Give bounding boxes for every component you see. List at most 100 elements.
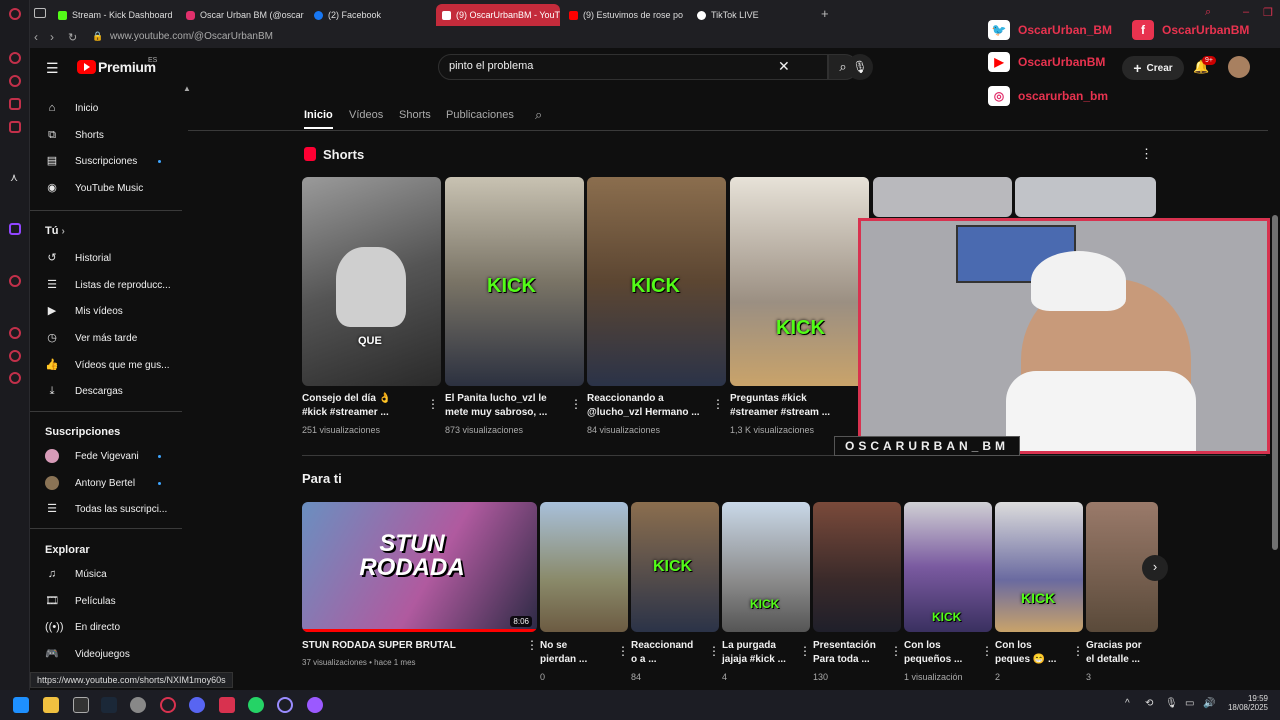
short-title[interactable]: Preguntas #kick #streamer #stream ... [730, 392, 830, 420]
video-thumbnail[interactable]: STUN RODADA 8:06 [302, 502, 537, 632]
forward-icon[interactable]: › [50, 30, 54, 44]
sidebar-app-icon[interactable] [9, 275, 21, 287]
short-thumbnail[interactable]: QUE [302, 177, 441, 386]
short-title[interactable]: Presentación Para toda ... [813, 639, 876, 667]
reload-icon[interactable]: ↻ [68, 31, 77, 44]
sidebar-item-live[interactable]: ((•)) En directo [45, 620, 120, 634]
sidebar-item-downloads[interactable]: ⤓ Descargas [45, 384, 123, 398]
tab-kick[interactable]: Stream - Kick Dashboard [52, 4, 177, 26]
sidebar-sub-antony[interactable]: Antony Bertel [45, 476, 135, 490]
sidebar-item-liked[interactable]: 👍 Vídeos que me gus... [45, 358, 169, 372]
epic-games-icon[interactable] [73, 697, 89, 713]
short-thumbnail[interactable] [813, 502, 901, 632]
mic-icon[interactable]: 🎙 [1165, 698, 1178, 709]
short-title[interactable]: Con los peques 😁 ... [995, 639, 1056, 667]
sidebar-app-icon[interactable] [9, 75, 21, 87]
short-thumbnail[interactable]: KICK [995, 502, 1083, 632]
more-options-icon[interactable]: ⋮ [708, 644, 720, 658]
sidebar-app-icon[interactable] [9, 327, 21, 339]
sidebar-item-playlists[interactable]: ☰ Listas de reproducc... [45, 278, 171, 292]
tab-shorts[interactable]: Shorts [399, 109, 431, 121]
sidebar-item-gaming[interactable]: 🎮 Videojuegos [45, 647, 130, 661]
workspace-icon[interactable] [34, 8, 46, 18]
sidebar-app-icon[interactable] [9, 98, 21, 110]
menu-icon[interactable]: ☰ [46, 60, 59, 77]
carousel-next-button[interactable]: › [1142, 555, 1168, 581]
tab-tiktok[interactable]: TikTok LIVE [691, 4, 816, 26]
app-icon[interactable] [219, 697, 235, 713]
scrollbar-thumb[interactable] [1272, 215, 1278, 550]
settings-icon[interactable] [9, 372, 21, 384]
short-title[interactable]: No se pierdan ... [540, 639, 587, 667]
search-input[interactable]: pinto el problema [438, 54, 828, 80]
sidebar-item-music-explore[interactable]: ♫ Música [45, 567, 107, 581]
volume-icon[interactable]: 🔊 [1203, 698, 1215, 709]
voice-search-icon[interactable]: 🎙 [847, 54, 873, 80]
search-tabs-icon[interactable]: ⌕ [1205, 6, 1211, 19]
short-thumbnail[interactable]: KICK [631, 502, 719, 632]
more-options-icon[interactable]: ⋮ [981, 644, 993, 658]
file-explorer-icon[interactable] [43, 697, 59, 713]
discord-icon[interactable] [189, 697, 205, 713]
obs-icon[interactable] [130, 697, 146, 713]
tab-facebook[interactable]: (2) Facebook [308, 4, 433, 26]
sidebar-item-music[interactable]: ◉ YouTube Music [45, 181, 143, 195]
twitch-icon[interactable] [9, 223, 21, 235]
short-title[interactable]: Reaccionando a @lucho_vzl Hermano ... [587, 392, 700, 420]
new-tab-button[interactable]: + [821, 6, 829, 21]
steam-icon[interactable] [101, 697, 117, 713]
short-title[interactable]: Con los pequeños ... [904, 639, 962, 667]
short-thumbnail[interactable]: KICK [730, 177, 869, 386]
short-title[interactable]: Reaccionand o a ... [631, 639, 693, 667]
sidebar-sub-fede[interactable]: Fede Vigevani [45, 449, 139, 463]
sidebar-app-icon[interactable] [9, 121, 21, 133]
short-thumbnail[interactable]: KICK [722, 502, 810, 632]
create-button[interactable]: + Crear [1122, 56, 1184, 80]
clear-search-icon[interactable]: ✕ [778, 58, 790, 75]
short-thumbnail[interactable] [540, 502, 628, 632]
tab-youtube-active[interactable]: (9) OscarUrbanBM - YouT [436, 4, 560, 26]
url-text[interactable]: www.youtube.com/@OscarUrbanBM [110, 31, 273, 42]
opera-logo-icon[interactable] [9, 8, 21, 20]
short-title[interactable]: El Panita lucho_vzl le mete muy sabroso, … [445, 392, 547, 420]
youtube-logo-icon[interactable] [77, 60, 96, 74]
sidebar-item-watch-later[interactable]: ◷ Ver más tarde [45, 331, 137, 345]
short-thumbnail[interactable]: KICK [445, 177, 584, 386]
more-options-icon[interactable]: ⋮ [526, 638, 538, 652]
whatsapp-icon[interactable] [248, 697, 264, 713]
sidebar-item-home[interactable]: ⌂ Inicio [45, 101, 99, 115]
app-icon[interactable] [277, 697, 293, 713]
sidebar-item-shorts[interactable]: ⧉ Shorts [45, 128, 104, 142]
short-title[interactable]: La purgada jajaja #kick ... [722, 639, 786, 667]
more-options-icon[interactable]: ⋮ [1140, 146, 1153, 162]
more-options-icon[interactable]: ⋮ [799, 644, 811, 658]
tab-youtube-2[interactable]: (9) Estuvimos de rose po [563, 4, 688, 26]
tab-inicio[interactable]: Inicio [304, 109, 333, 129]
aria-icon[interactable]: ⋏ [10, 171, 18, 184]
section-you[interactable]: Tú › [45, 225, 65, 237]
more-options-icon[interactable]: ⋮ [712, 397, 724, 411]
app-icon[interactable] [307, 697, 323, 713]
sidebar-app-icon[interactable] [9, 350, 21, 362]
clock[interactable]: 19:59 18/08/2025 [1222, 694, 1268, 712]
sidebar-app-icon[interactable] [9, 52, 21, 64]
minimize-icon[interactable]: – [1243, 6, 1249, 18]
short-thumbnail[interactable] [1015, 177, 1156, 217]
tab-videos[interactable]: Vídeos [349, 109, 383, 121]
windows-start-icon[interactable] [13, 697, 29, 713]
back-icon[interactable]: ‹ [34, 30, 38, 44]
video-title[interactable]: STUN RODADA SUPER BRUTAL [302, 639, 456, 653]
channel-search-icon[interactable]: ⌕ [535, 107, 542, 123]
sidebar-all-subscriptions[interactable]: ☰ Todas las suscripci... [45, 502, 167, 516]
scroll-up-icon[interactable]: ▲ [183, 84, 191, 93]
tray-chevron-icon[interactable]: ^ [1125, 698, 1130, 709]
maximize-icon[interactable]: ❐ [1263, 6, 1273, 19]
more-options-icon[interactable]: ⋮ [427, 397, 439, 411]
tray-app-icon[interactable]: ⟲ [1145, 698, 1153, 709]
sidebar-item-subscriptions[interactable]: ▤ Suscripciones [45, 154, 137, 168]
short-thumbnail[interactable]: KICK [587, 177, 726, 386]
short-title[interactable]: Consejo del día 👌 #kick #streamer ... [302, 392, 391, 420]
tab-publicaciones[interactable]: Publicaciones [446, 109, 514, 121]
sidebar-item-my-videos[interactable]: ▶ Mis vídeos [45, 304, 123, 318]
more-options-icon[interactable]: ⋮ [617, 644, 629, 658]
